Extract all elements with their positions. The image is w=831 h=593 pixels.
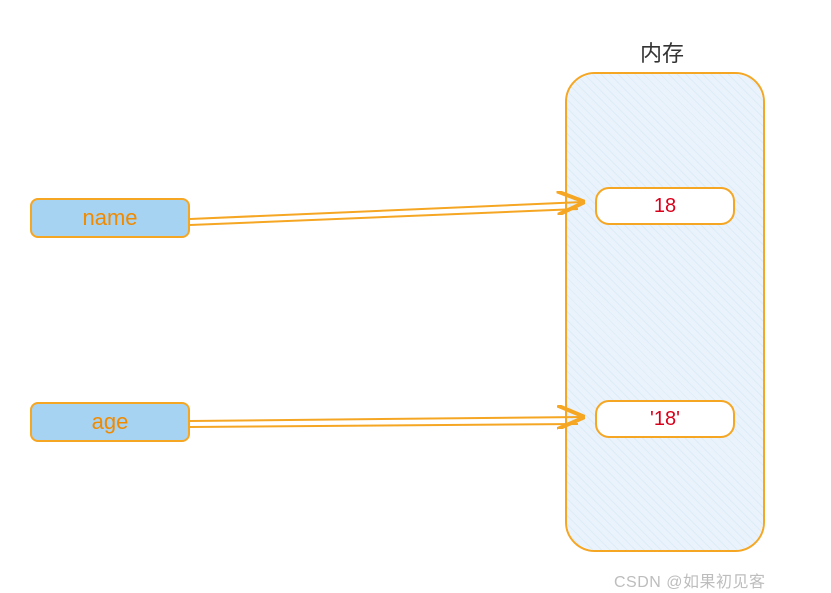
arrow-name-to-18-shadow [190, 209, 578, 225]
arrow-name-to-18 [190, 202, 583, 219]
memory-hatch-fill [567, 74, 763, 550]
value-str-18: '18' [595, 400, 735, 438]
arrow-age-to-str18-shadow [190, 424, 578, 427]
value-int-18: 18 [595, 187, 735, 225]
watermark-text: CSDN @如果初见客 [614, 568, 766, 592]
memory-title: 内存 [640, 36, 684, 68]
arrow-age-to-str18 [190, 417, 583, 421]
variable-name-box: name [30, 198, 190, 238]
variable-age-box: age [30, 402, 190, 442]
memory-container [565, 72, 765, 552]
